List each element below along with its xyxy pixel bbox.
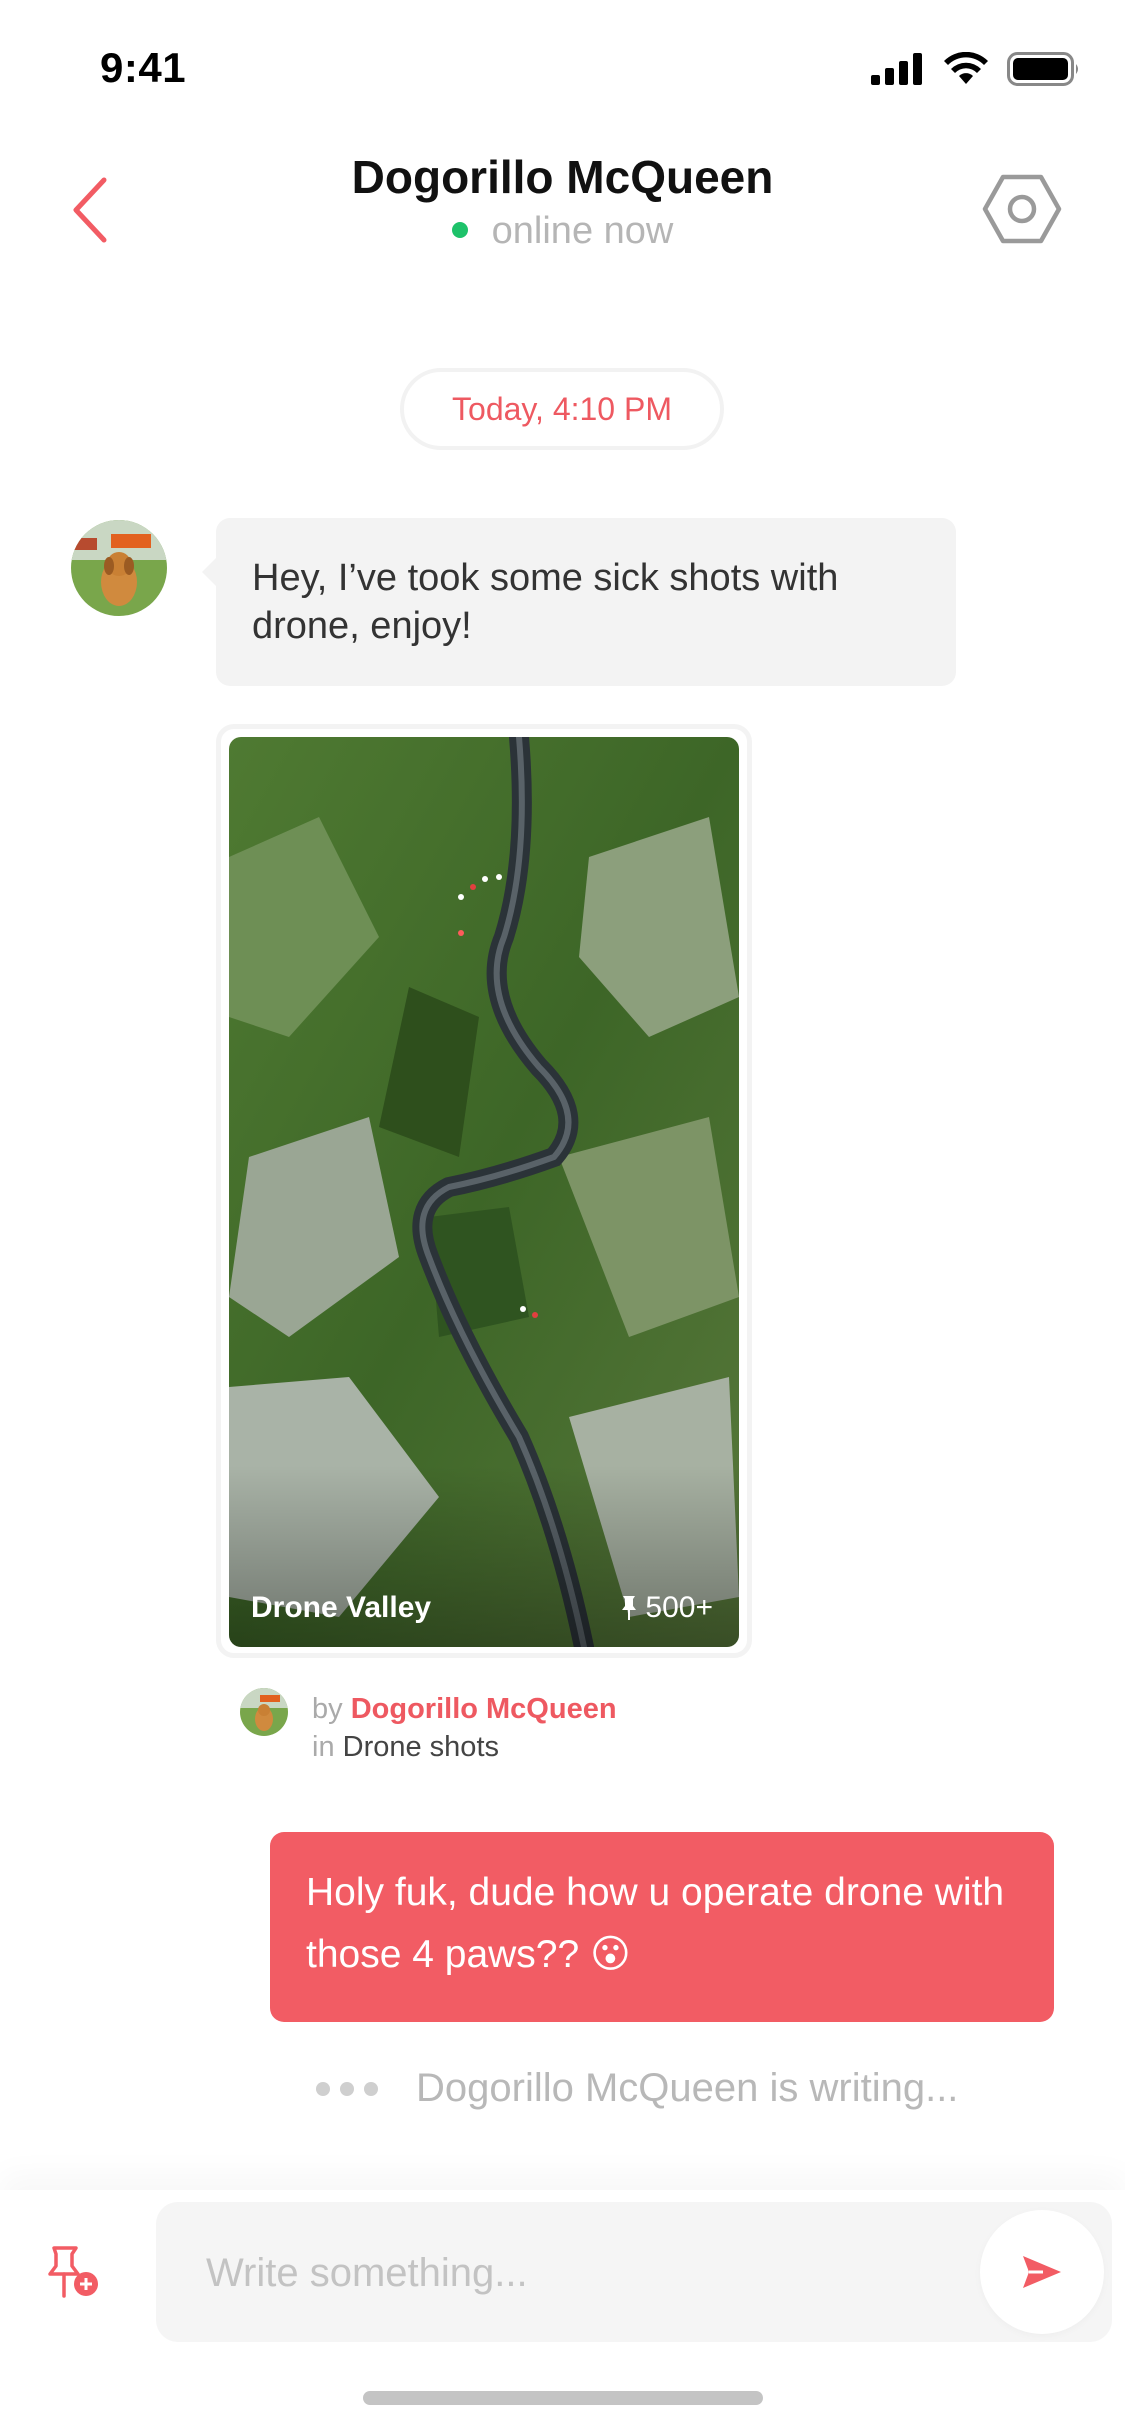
- shared-photo-card[interactable]: Drone Valley 500+: [216, 724, 752, 1658]
- pin-add-icon: [48, 2246, 98, 2298]
- bubble-tail: [202, 558, 216, 586]
- dog-avatar-small-image: [240, 1688, 288, 1736]
- send-button[interactable]: [980, 2210, 1104, 2334]
- contact-name: Dogorillo McQueen: [351, 151, 774, 203]
- shared-photo[interactable]: Drone Valley 500+: [229, 737, 739, 1647]
- typing-indicator-text: Dogorillo McQueen is writing...: [416, 2066, 959, 2110]
- in-prefix: in: [312, 1731, 335, 1763]
- author-link[interactable]: Dogorillo McQueen: [351, 1693, 617, 1725]
- pin-count-label: 500+: [645, 1591, 713, 1624]
- status-time: 9:41: [100, 44, 187, 91]
- typing-indicator: Dogorillo McQueen is writing...: [316, 2066, 958, 2111]
- dog-avatar-image: [71, 520, 167, 616]
- presence-label: online now: [491, 210, 674, 252]
- battery-icon: [1007, 52, 1078, 86]
- incoming-message-text: Hey, I’ve took some sick shots with dron…: [252, 557, 839, 647]
- photo-attribution: by Dogorillo McQueen in Drone shots: [312, 1690, 617, 1766]
- cellular-signal-icon: [871, 53, 922, 85]
- sender-avatar[interactable]: [71, 520, 167, 616]
- pin-icon: [622, 1596, 637, 1620]
- settings-button[interactable]: [979, 166, 1065, 252]
- chat-header: Dogorillo McQueen online now: [0, 140, 1125, 290]
- photo-caption: Drone Valley: [251, 1591, 432, 1624]
- outgoing-message-text: Holy fuk, dude how u operate drone with …: [306, 1871, 1005, 1976]
- valley-road-image: [229, 737, 739, 1647]
- by-prefix: by: [312, 1693, 343, 1725]
- incoming-message-bubble[interactable]: Hey, I’ve took some sick shots with dron…: [202, 518, 956, 686]
- collection-link[interactable]: Drone shots: [343, 1731, 499, 1763]
- wifi-icon: [944, 52, 988, 84]
- message-composer: [0, 2190, 1125, 2436]
- hexagon-settings-icon: [982, 174, 1062, 244]
- presence-status: online now: [0, 210, 1125, 253]
- status-icons: [871, 52, 1081, 86]
- status-bar: 9:41: [0, 0, 1125, 140]
- online-dot: [451, 221, 468, 238]
- outgoing-message-bubble[interactable]: Holy fuk, dude how u operate drone with …: [270, 1832, 1054, 2022]
- author-avatar[interactable]: [240, 1688, 288, 1736]
- home-indicator[interactable]: [363, 2391, 763, 2405]
- message-input[interactable]: [204, 2202, 968, 2344]
- typing-dots-icon: [316, 2081, 378, 2096]
- message-input-wrapper: [156, 2202, 1112, 2344]
- attach-pin-button[interactable]: [48, 2244, 104, 2310]
- date-separator: Today, 4:10 PM: [400, 368, 724, 450]
- photo-pin-count: 500+: [621, 1591, 713, 1625]
- send-icon: [1023, 2256, 1061, 2288]
